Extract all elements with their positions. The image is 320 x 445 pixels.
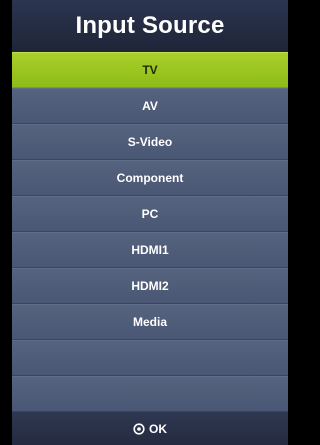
menu-item-media[interactable]: Media	[12, 304, 288, 340]
menu-title: Input Source	[12, 0, 288, 52]
footer-hint: OK	[12, 412, 288, 445]
menu-item-empty	[12, 376, 288, 412]
menu-item-tv[interactable]: TV	[12, 52, 288, 88]
menu-item-empty	[12, 340, 288, 376]
menu-item-av[interactable]: AV	[12, 88, 288, 124]
menu-item-hdmi1[interactable]: HDMI1	[12, 232, 288, 268]
menu-item-component[interactable]: Component	[12, 160, 288, 196]
ok-button-icon	[133, 422, 145, 435]
menu-item-pc[interactable]: PC	[12, 196, 288, 232]
menu-item-s-video[interactable]: S-Video	[12, 124, 288, 160]
ok-label: OK	[149, 421, 167, 436]
input-source-menu: Input Source TV AV S-Video Component PC …	[12, 0, 288, 445]
input-source-list: TV AV S-Video Component PC HDMI1 HDMI2 M…	[12, 52, 288, 412]
menu-item-hdmi2[interactable]: HDMI2	[12, 268, 288, 304]
